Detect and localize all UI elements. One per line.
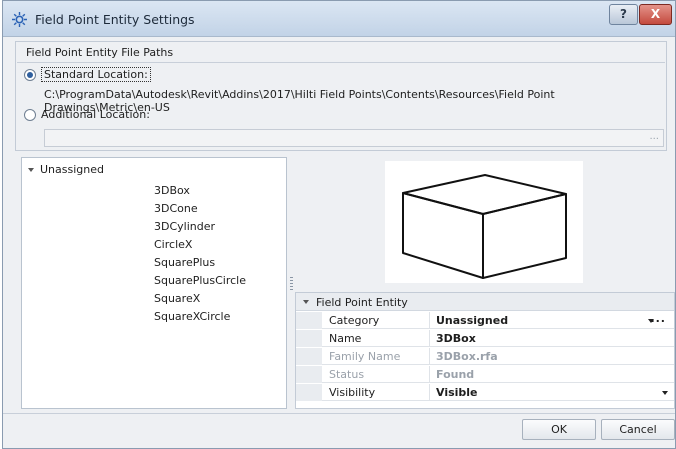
column-divider [429, 312, 430, 329]
window-title: Field Point Entity Settings [35, 12, 195, 27]
column-divider [429, 348, 430, 365]
property-name: Family Name [329, 350, 401, 363]
tree-item-squarepluscircle[interactable]: SquarePlusCircle [154, 272, 246, 290]
property-name: Name [329, 332, 362, 345]
tree-node-label: Unassigned [40, 163, 104, 176]
property-row-status: Status Found [296, 366, 674, 383]
tree-item-3dcone[interactable]: 3DCone [154, 200, 246, 218]
family-name-value: 3DBox.rfa [436, 350, 498, 363]
ok-button[interactable]: OK [522, 419, 596, 440]
status-value: Found [436, 368, 475, 381]
settings-dialog: Field Point Entity Settings ? X Field Po… [2, 0, 676, 449]
row-gutter [296, 348, 322, 365]
additional-location-label[interactable]: Additional Location: [41, 108, 150, 121]
category-more-button[interactable]: ... [650, 312, 666, 325]
category-value[interactable]: Unassigned [436, 314, 508, 327]
standard-location-label[interactable]: Standard Location: [41, 67, 151, 82]
file-paths-group: Field Point Entity File Paths Standard L… [15, 41, 667, 151]
property-row-category[interactable]: Category Unassigned ... [296, 312, 674, 329]
tree-item-3dcylinder[interactable]: 3DCylinder [154, 218, 246, 236]
row-gutter [296, 366, 322, 383]
collapse-arrow-icon[interactable] [303, 300, 309, 304]
property-row-family-name: Family Name 3DBox.rfa [296, 348, 674, 365]
close-button[interactable]: X [639, 4, 672, 25]
row-gutter [296, 312, 322, 329]
collapse-arrow-icon[interactable] [28, 167, 34, 172]
standard-location-option[interactable]: Standard Location: [24, 67, 151, 82]
file-paths-group-title: Field Point Entity File Paths [26, 46, 174, 59]
tree-node-unassigned[interactable]: Unassigned [28, 163, 104, 176]
tree-item-squarex[interactable]: SquareX [154, 290, 246, 308]
3d-box-preview-icon [402, 174, 567, 279]
tree-item-3dbox[interactable]: 3DBox [154, 182, 246, 200]
column-divider [429, 330, 430, 347]
row-gutter [296, 384, 322, 401]
entity-preview [385, 161, 583, 283]
dialog-footer: OK Cancel [3, 413, 675, 448]
entity-tree[interactable]: Unassigned 3DBox 3DCone 3DCylinder Circl… [21, 157, 287, 409]
tree-children: 3DBox 3DCone 3DCylinder CircleX SquarePl… [154, 182, 246, 326]
property-name: Status [329, 368, 365, 381]
property-row-visibility[interactable]: Visibility Visible [296, 384, 674, 401]
additional-location-radio[interactable] [24, 108, 36, 121]
title-bar[interactable]: Field Point Entity Settings ? X [3, 1, 675, 37]
additional-location-input[interactable]: ... [44, 129, 664, 147]
app-icon [12, 12, 27, 27]
tree-item-circlex[interactable]: CircleX [154, 236, 246, 254]
panel-splitter-grip[interactable] [290, 277, 293, 291]
cancel-button[interactable]: Cancel [601, 419, 675, 440]
group-divider [17, 62, 665, 63]
standard-location-radio[interactable] [24, 68, 36, 81]
property-grid[interactable]: Field Point Entity Category Unassigned .… [295, 292, 675, 409]
row-gutter [296, 330, 322, 347]
property-category-label: Field Point Entity [316, 296, 408, 309]
column-divider [429, 384, 430, 401]
property-name: Category [329, 314, 380, 327]
browse-button[interactable]: ... [649, 131, 659, 142]
column-divider [429, 366, 430, 383]
tree-item-squarexcircle[interactable]: SquareXCircle [154, 308, 246, 326]
visibility-value[interactable]: Visible [436, 386, 478, 399]
property-category-header[interactable]: Field Point Entity [296, 293, 674, 311]
visibility-dropdown-icon[interactable] [662, 391, 668, 395]
name-value[interactable]: 3DBox [436, 332, 476, 345]
property-row-name[interactable]: Name 3DBox [296, 330, 674, 347]
property-name: Visibility [329, 386, 376, 399]
additional-location-option[interactable]: Additional Location: [24, 108, 150, 121]
tree-item-squareplus[interactable]: SquarePlus [154, 254, 246, 272]
help-button[interactable]: ? [609, 4, 638, 25]
